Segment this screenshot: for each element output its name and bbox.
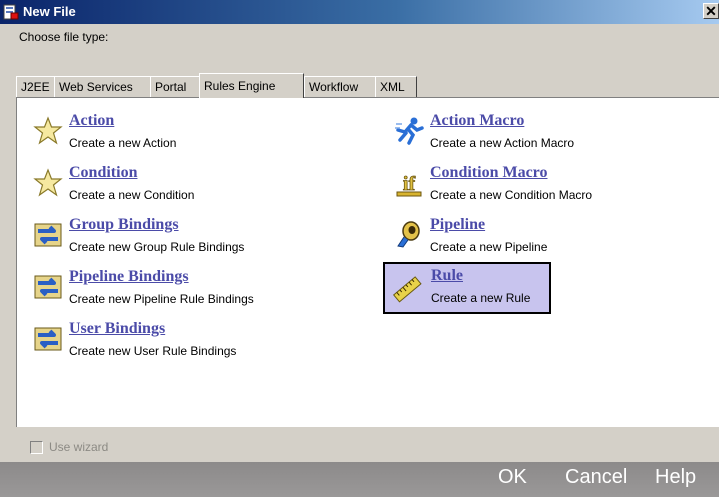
item-pipeline[interactable]: Pipeline Create a new Pipeline [392,214,672,258]
item-action[interactable]: Action Create a new Action [31,110,311,154]
item-description: Create new User Rule Bindings [69,344,237,358]
item-description: Create new Group Rule Bindings [69,240,245,254]
item-action-macro[interactable]: Action Macro Create a new Action Macro [392,110,672,154]
button-bar: OK Cancel Help [0,462,719,497]
tab-web-services[interactable]: Web Services [54,76,151,98]
item-condition-macro[interactable]: if Condition Macro Create a new Conditio… [392,162,672,206]
choose-file-type-label: Choose file type: [19,30,109,44]
tab-xml[interactable]: XML [375,76,417,98]
binding-arrows-icon [34,275,62,299]
pipeline-icon [397,221,420,248]
item-name[interactable]: Group Bindings [69,216,179,234]
item-description: Create a new Condition Macro [430,188,593,202]
binding-arrows-icon [34,327,62,351]
use-wizard-checkbox[interactable] [30,441,43,454]
item-name[interactable]: Rule [431,267,463,285]
item-name[interactable]: Condition Macro [430,164,547,182]
window-title: New File [23,4,76,19]
tab-workflow[interactable]: Workflow [304,76,376,98]
item-description: Create a new Condition [69,188,195,202]
title-bar: New File ✕ [0,0,719,24]
item-description: Create a new Action Macro [430,136,575,150]
file-type-panel: Action Create a new Action Action Macro … [16,97,719,427]
tab-portal[interactable]: Portal [150,76,200,98]
help-button[interactable]: Help [655,466,696,489]
item-description: Create new Pipeline Rule Bindings [69,292,254,306]
item-description: Create a new Action [69,136,177,150]
item-condition[interactable]: Condition Create a new Condition [31,162,311,206]
cancel-button[interactable]: Cancel [565,466,627,489]
ruler-icon [392,276,422,303]
item-name[interactable]: User Bindings [69,320,165,338]
item-group-bindings[interactable]: Group Bindings Create new Group Rule Bin… [31,214,311,258]
svg-text:if: if [403,173,416,195]
item-name[interactable]: Pipeline [430,216,485,234]
item-user-bindings[interactable]: User Bindings Create new User Rule Bindi… [31,318,311,362]
running-figure-icon [395,117,424,145]
item-pipeline-bindings[interactable]: Pipeline Bindings Create new Pipeline Ru… [31,266,311,310]
item-description: Create a new Pipeline [430,240,548,254]
binding-arrows-icon [34,223,62,247]
item-rule[interactable]: Rule Create a new Rule [383,262,551,314]
star-icon [33,168,63,197]
item-description: Create a new Rule [431,291,531,305]
item-name[interactable]: Pipeline Bindings [69,268,189,286]
tab-j2ee[interactable]: J2EE [16,76,55,98]
app-icon [3,4,19,20]
ok-button[interactable]: OK [498,466,527,489]
close-icon[interactable]: ✕ [703,3,719,19]
item-name[interactable]: Action [69,112,114,130]
tab-rules-engine[interactable]: Rules Engine [199,73,304,98]
star-icon [33,116,63,145]
if-icon: if [396,173,422,197]
item-name[interactable]: Action Macro [430,112,524,130]
item-name[interactable]: Condition [69,164,137,182]
use-wizard-label: Use wizard [49,440,109,454]
